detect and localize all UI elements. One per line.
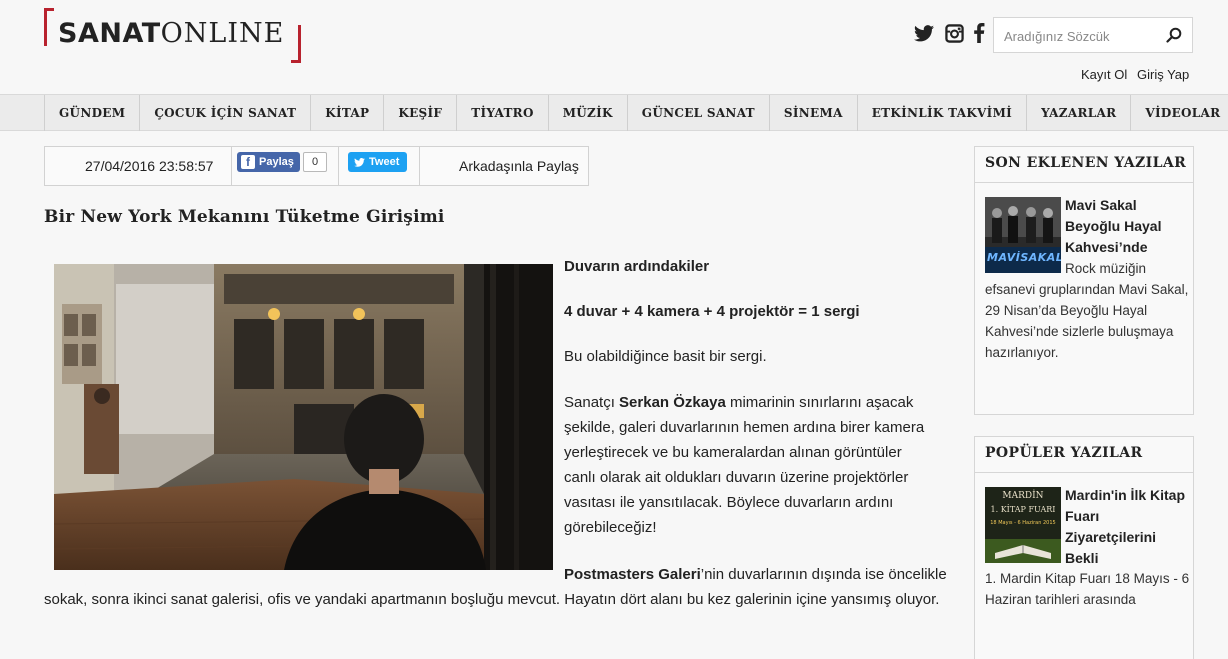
popular-post-summary: 1. Mardin Kitap Fuarı 18 Mayıs - 6 Hazir… bbox=[985, 571, 1190, 607]
facebook-share-label: Paylaş bbox=[259, 156, 294, 168]
logo-bracket-top-left bbox=[44, 8, 54, 46]
popular-posts-box: POPÜLER YAZILAR MARDİN 1. KİTAP FUARI 18… bbox=[974, 436, 1194, 659]
facebook-share-count: 0 bbox=[303, 152, 327, 172]
facebook-icon: f bbox=[241, 155, 255, 169]
nav-item-videolar[interactable]: VİDEOLAR bbox=[1131, 95, 1228, 131]
thumb-caption: MAVİSAKAL bbox=[987, 251, 1061, 264]
recent-posts-heading: SON EKLENEN YAZILAR bbox=[975, 147, 1193, 183]
twitter-icon[interactable] bbox=[913, 22, 935, 44]
poster-line-2: 1. KİTAP FUARI bbox=[990, 505, 1056, 514]
paragraph-line: canlı olarak ait oldukları duvarın üzeri… bbox=[564, 469, 909, 486]
article-paragraph-artist: Sanatçı Serkan Özkaya mimarinin sınırlar… bbox=[564, 390, 924, 540]
site-logo[interactable]: SANATONLINE bbox=[44, 8, 301, 63]
tweet-button[interactable]: Tweet bbox=[348, 152, 408, 172]
share-divider bbox=[419, 147, 420, 185]
article-paragraph-gallery: Postmasters Galeri’nin duvarlarının dışı… bbox=[44, 566, 947, 608]
search-input[interactable] bbox=[1004, 26, 1159, 46]
main-nav: GÜNDEM ÇOCUK İÇİN SANAT KİTAP KEŞİF TİYA… bbox=[44, 95, 1228, 131]
share-bar: 27/04/2016 23:58:57 f Paylaş 0 Tweet Ark… bbox=[44, 146, 589, 186]
article-paragraph-intro: Bu olabildiğince basit bir sergi. bbox=[564, 348, 767, 365]
facebook-share-button[interactable]: f Paylaş bbox=[237, 152, 300, 172]
poster-line-3: 18 Mayıs - 6 Haziran 2015 bbox=[990, 520, 1056, 526]
paragraph-line: yerleştirecek ve bu kameralardan alınan … bbox=[564, 444, 902, 461]
nav-item-tiyatro[interactable]: TİYATRO bbox=[457, 95, 549, 131]
nav-item-cocuk-icin-sanat[interactable]: ÇOCUK İÇİN SANAT bbox=[140, 95, 312, 131]
recent-post-summary-start: Rock müziğin bbox=[1065, 261, 1147, 276]
search-box bbox=[993, 17, 1193, 53]
popular-post-title[interactable]: Mardin'in İlk Kitap Fuarı Ziyaretçilerin… bbox=[1065, 485, 1187, 569]
article-heading-formula: 4 duvar + 4 kamera + 4 projektör = 1 ser… bbox=[564, 303, 860, 320]
article-date: 27/04/2016 23:58:57 bbox=[85, 158, 214, 174]
nav-item-muzik[interactable]: MÜZİK bbox=[549, 95, 628, 131]
article-title: Bir New York Mekanını Tüketme Girişimi bbox=[44, 207, 445, 227]
artist-name: Serkan Özkaya bbox=[619, 394, 726, 411]
article-image bbox=[54, 264, 553, 570]
article-heading-walls: Duvarın ardındakiler bbox=[564, 258, 710, 275]
recent-post-title[interactable]: Mavi Sakal Beyoğlu Hayal Kahvesi’nde bbox=[1065, 195, 1187, 258]
facebook-icon[interactable] bbox=[968, 22, 990, 44]
logo-bracket-bottom-right bbox=[291, 25, 301, 63]
share-divider bbox=[338, 147, 339, 185]
nav-item-guncel-sanat[interactable]: GÜNCEL SANAT bbox=[628, 95, 770, 131]
share-divider bbox=[231, 147, 232, 185]
login-link[interactable]: Giriş Yap bbox=[1137, 67, 1189, 82]
recent-posts-box: SON EKLENEN YAZILAR MAVİSAKAL Mavi Sakal… bbox=[974, 146, 1194, 415]
site-header: SANATONLINE Kayıt Ol Giriş Yap bbox=[0, 0, 1228, 94]
share-with-friend-link[interactable]: Arkadaşınla Paylaş bbox=[459, 158, 579, 174]
paragraph-line: vasıtası ile yansıtılacak. Böylece duvar… bbox=[564, 494, 894, 511]
poster-line-1: MARDİN bbox=[1002, 491, 1044, 501]
nav-item-yazarlar[interactable]: YAZARLAR bbox=[1027, 95, 1132, 131]
popular-posts-heading: POPÜLER YAZILAR bbox=[975, 437, 1193, 473]
instagram-icon[interactable] bbox=[943, 22, 965, 44]
twitter-bird-icon bbox=[354, 157, 365, 167]
logo-text: SANATONLINE bbox=[58, 18, 285, 49]
paragraph-line: Sanatçı Serkan Özkaya mimarinin sınırlar… bbox=[564, 394, 914, 411]
nav-item-sinema[interactable]: SİNEMA bbox=[770, 95, 858, 131]
recent-post-summary: efsanevi gruplarından Mavi Sakal, 29 Nis… bbox=[985, 282, 1189, 360]
paragraph-line: görebileceğiz! bbox=[564, 519, 657, 536]
gallery-scene-illustration bbox=[54, 264, 553, 570]
gallery-name: Postmasters Galeri bbox=[564, 566, 701, 583]
search-icon[interactable] bbox=[1166, 27, 1184, 45]
nav-item-kitap[interactable]: KİTAP bbox=[311, 95, 385, 131]
paragraph-line: şekilde, galeri duvarlarının hemen ardın… bbox=[564, 419, 925, 436]
nav-item-gundem[interactable]: GÜNDEM bbox=[45, 95, 141, 131]
popular-post-thumbnail[interactable]: MARDİN 1. KİTAP FUARI 18 Mayıs - 6 Hazir… bbox=[985, 487, 1061, 563]
nav-item-etkinlik-takvimi[interactable]: ETKİNLİK TAKVİMİ bbox=[858, 95, 1028, 131]
recent-post-thumbnail[interactable]: MAVİSAKAL bbox=[985, 197, 1061, 273]
tweet-label: Tweet bbox=[369, 156, 400, 168]
main-nav-bar: GÜNDEM ÇOCUK İÇİN SANAT KİTAP KEŞİF TİYA… bbox=[0, 94, 1228, 131]
register-link[interactable]: Kayıt Ol bbox=[1081, 67, 1127, 82]
nav-item-kesif[interactable]: KEŞİF bbox=[384, 95, 458, 131]
